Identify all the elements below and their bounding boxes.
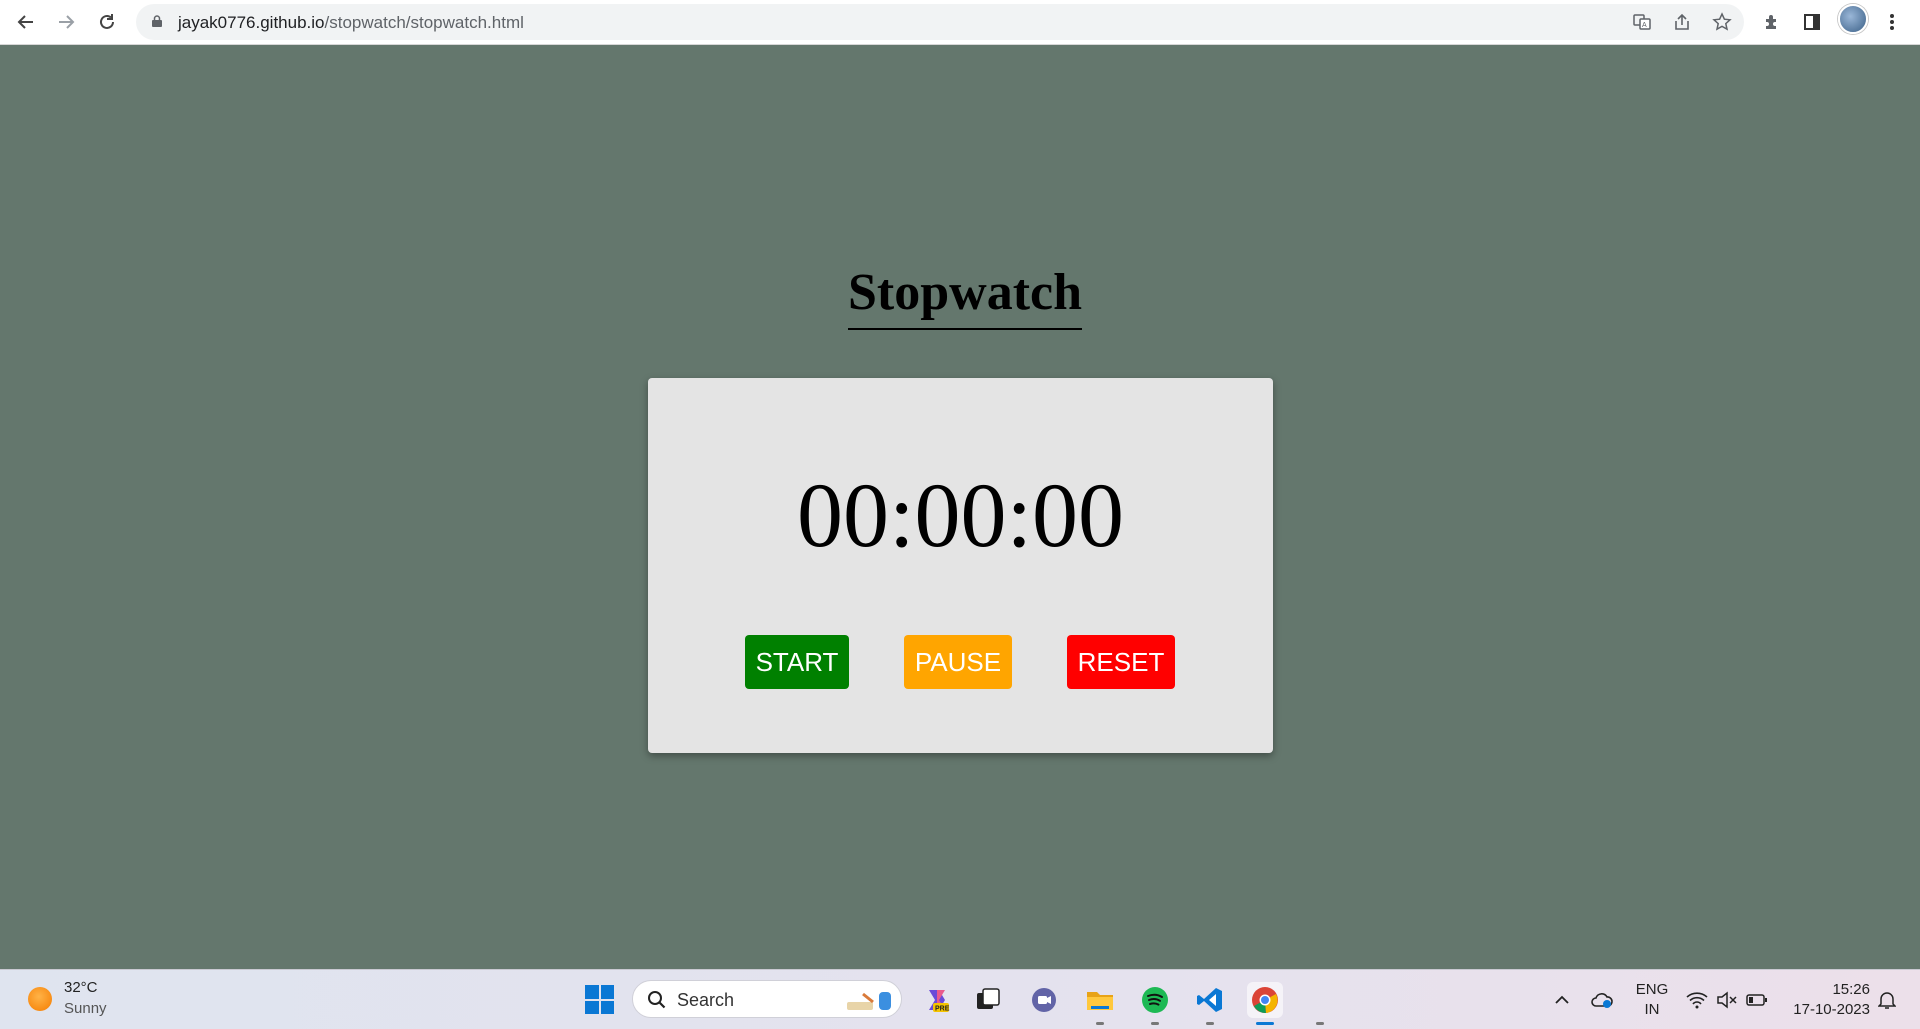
weather-description[interactable]: Sunny xyxy=(64,1000,107,1017)
more-menu-icon[interactable] xyxy=(1876,6,1908,38)
extensions-icon[interactable] xyxy=(1756,6,1788,38)
onedrive-sync-icon[interactable] xyxy=(1588,970,1616,1029)
pause-button[interactable]: PAUSE xyxy=(904,635,1012,689)
browser-toolbar: jayak0776.github.io/stopwatch/stopwatch.… xyxy=(0,0,1920,45)
taskbar-search[interactable]: Search xyxy=(632,980,902,1018)
share-icon[interactable] xyxy=(1670,10,1694,34)
time-display: 00:00:00 xyxy=(796,464,1125,566)
back-icon[interactable] xyxy=(10,6,42,38)
reload-icon[interactable] xyxy=(91,6,123,38)
language-code: ENG xyxy=(1635,981,1669,998)
language-indicator[interactable]: ENG IN xyxy=(1632,980,1672,1020)
bookmark-star-icon[interactable] xyxy=(1710,10,1734,34)
task-view-icon[interactable] xyxy=(970,982,1006,1018)
forward-icon[interactable] xyxy=(50,6,82,38)
copilot-icon[interactable]: PRE xyxy=(919,982,955,1018)
file-explorer-icon[interactable] xyxy=(1082,982,1118,1025)
search-highlight-icon xyxy=(847,992,891,1010)
battery-icon[interactable] xyxy=(1744,970,1770,1029)
clock-time: 15:26 xyxy=(1832,981,1870,998)
weather-sun-icon[interactable] xyxy=(28,987,52,1011)
stopwatch-card: 00:00:00 START PAUSE RESET xyxy=(648,378,1273,753)
clock-date: 17-10-2023 xyxy=(1793,1001,1870,1018)
side-panel-icon[interactable] xyxy=(1796,6,1828,38)
svg-text:A: A xyxy=(1642,22,1647,29)
url-path: /stopwatch/stopwatch.html xyxy=(324,13,524,32)
weather-temperature[interactable]: 32°C xyxy=(64,979,98,996)
svg-text:PRE: PRE xyxy=(935,1006,950,1013)
address-bar[interactable]: jayak0776.github.io/stopwatch/stopwatch.… xyxy=(136,4,1744,40)
spotify-icon[interactable] xyxy=(1137,982,1173,1025)
region-code: IN xyxy=(1644,1001,1660,1018)
profile-avatar[interactable] xyxy=(1838,4,1868,34)
taskbar: 32°C Sunny Search PRE ENG IN 15:26 17-10… xyxy=(0,969,1920,1029)
notification-bell-icon[interactable] xyxy=(1874,970,1900,1029)
system-clock[interactable]: 15:26 17-10-2023 xyxy=(1780,980,1870,1020)
wifi-icon[interactable] xyxy=(1684,970,1710,1029)
chevron-up-icon[interactable] xyxy=(1550,970,1574,1029)
windows-icon[interactable] xyxy=(585,985,614,1014)
page-title: Stopwatch xyxy=(848,262,1083,330)
lock-icon[interactable] xyxy=(152,15,162,27)
url-host: jayak0776.github.io xyxy=(178,13,325,32)
hidden-app-icon[interactable] xyxy=(1302,982,1338,1025)
reset-button[interactable]: RESET xyxy=(1067,635,1175,689)
search-icon xyxy=(648,991,666,1009)
teams-chat-icon[interactable] xyxy=(1026,982,1062,1018)
start-button[interactable]: START xyxy=(745,635,849,689)
url-text[interactable]: jayak0776.github.io/stopwatch/stopwatch.… xyxy=(178,13,524,33)
volume-muted-icon[interactable] xyxy=(1714,970,1740,1029)
chrome-icon[interactable] xyxy=(1247,982,1283,1025)
translate-icon[interactable]: A xyxy=(1630,10,1654,34)
vscode-icon[interactable] xyxy=(1192,982,1228,1025)
search-label: Search xyxy=(677,990,735,1010)
